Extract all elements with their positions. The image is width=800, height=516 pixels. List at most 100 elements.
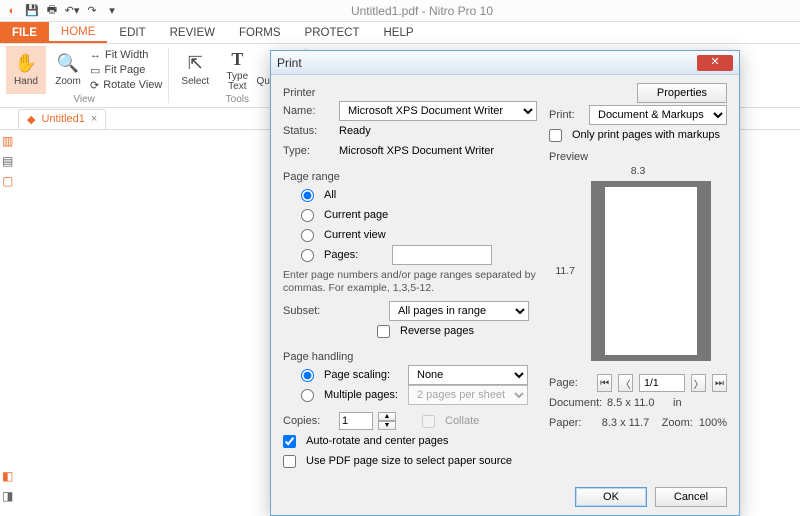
range-current-view-radio[interactable]	[301, 229, 314, 242]
nav-doc-label: Document:	[549, 397, 601, 409]
multiple-select: 2 pages per sheet	[408, 385, 528, 405]
type-label: Type:	[283, 145, 333, 157]
multiple-radio[interactable]	[301, 389, 314, 402]
nav-doc-value: 8.5 x 11.0	[607, 397, 667, 409]
copies-down[interactable]: ▼	[378, 421, 396, 430]
nav-zoom-label: Zoom:	[662, 417, 693, 429]
preview-box	[591, 181, 711, 361]
rotate-view-button[interactable]: ⟳ Rotate View	[90, 78, 162, 92]
quick-access-toolbar: ◐ 💾 🖶 ↶▾ ↷ ▾	[0, 3, 124, 19]
reverse-checkbox[interactable]	[377, 325, 390, 338]
tab-home[interactable]: HOME	[49, 22, 108, 43]
range-current-page-label: Current page	[324, 209, 388, 221]
dialog-titlebar: Print ✕	[271, 51, 739, 75]
copies-input[interactable]	[339, 412, 373, 430]
page-field[interactable]	[639, 374, 685, 392]
reverse-label: Reverse pages	[400, 325, 474, 337]
type-text-button[interactable]: T Type Text	[217, 46, 257, 94]
signatures-panel-icon[interactable]: ◧	[2, 469, 16, 483]
tab-file[interactable]: FILE	[0, 22, 49, 43]
pages-input[interactable]	[392, 245, 492, 265]
title-bar: ◐ 💾 🖶 ↶▾ ↷ ▾ Untitled1.pdf - Nitro Pro 1…	[0, 0, 800, 22]
app-icon: ◐	[4, 3, 20, 19]
subset-select[interactable]: All pages in range	[389, 301, 529, 321]
scaling-label: Page scaling:	[324, 369, 402, 381]
status-value: Ready	[339, 125, 371, 137]
usepdf-checkbox[interactable]	[283, 455, 296, 468]
print-icon[interactable]: 🖶	[44, 3, 60, 19]
scaling-select[interactable]: None	[408, 365, 528, 385]
zoom-button[interactable]: 🔍 Zoom	[48, 46, 88, 94]
app-title: Untitled1.pdf - Nitro Pro 10	[124, 4, 720, 18]
only-markups-label: Only print pages with markups	[572, 129, 720, 141]
fit-page-button[interactable]: ▭Fit Page	[90, 63, 162, 77]
nav-zoom-value: 100%	[699, 417, 727, 429]
range-pages-label: Pages:	[324, 249, 358, 261]
tab-help[interactable]: HELP	[371, 22, 425, 43]
rotate-icon: ⟳	[90, 79, 99, 92]
range-note: Enter page numbers and/or page ranges se…	[283, 269, 537, 295]
cancel-button[interactable]: Cancel	[655, 487, 727, 507]
printer-select[interactable]: Microsoft XPS Document Writer	[339, 101, 537, 121]
ok-button[interactable]: OK	[575, 487, 647, 507]
tab-forms[interactable]: FORMS	[227, 22, 293, 43]
hand-button[interactable]: ✋ Hand	[6, 46, 46, 94]
preview-width: 8.3	[549, 165, 727, 177]
save-icon[interactable]: 💾	[24, 3, 40, 19]
range-pages-radio[interactable]	[301, 249, 314, 262]
tab-review[interactable]: REVIEW	[158, 22, 227, 43]
first-page-button[interactable]: ⏮	[597, 374, 612, 392]
status-label: Status:	[283, 125, 333, 137]
print-what-select[interactable]: Document & Markups	[589, 105, 727, 125]
qat-more-icon[interactable]: ▾	[104, 3, 120, 19]
zoom-label: Zoom	[55, 76, 81, 87]
fit-page-icon: ▭	[90, 64, 100, 77]
tab-protect[interactable]: PROTECT	[293, 22, 372, 43]
select-icon: ⇱	[188, 53, 203, 74]
rotate-label: Rotate View	[103, 79, 162, 91]
range-current-view-label: Current view	[324, 229, 386, 241]
range-section-label: Page range	[283, 171, 537, 183]
nav-panel-bottom: ◧ ◨	[0, 469, 18, 503]
scaling-radio[interactable]	[301, 369, 314, 382]
autorotate-checkbox[interactable]	[283, 435, 296, 448]
last-page-button[interactable]: ⏭	[712, 374, 727, 392]
nav-panel-top: ▥ ▤ ▢	[0, 130, 18, 188]
copies-label: Copies:	[283, 415, 333, 427]
select-button[interactable]: ⇱ Select	[175, 46, 215, 94]
ribbon-tabs: FILE HOME EDIT REVIEW FORMS PROTECT HELP	[0, 22, 800, 44]
range-current-page-radio[interactable]	[301, 209, 314, 222]
next-page-button[interactable]: 〉	[691, 374, 706, 392]
range-all-label: All	[324, 189, 336, 201]
properties-button[interactable]: Properties	[637, 83, 727, 103]
only-markups-checkbox[interactable]	[549, 129, 562, 142]
nav-unit: in	[673, 397, 682, 409]
redo-icon[interactable]: ↷	[84, 3, 100, 19]
hand-label: Hand	[14, 76, 38, 87]
fit-width-button[interactable]: ↔Fit Width	[90, 48, 162, 62]
bookmarks-panel-icon[interactable]: ▤	[2, 154, 16, 168]
copies-up[interactable]: ▲	[378, 412, 396, 421]
pages-panel-icon[interactable]: ▥	[2, 134, 16, 148]
nav-page-label: Page:	[549, 377, 591, 389]
type-value: Microsoft XPS Document Writer	[339, 145, 494, 157]
dialog-footer: OK Cancel	[271, 479, 739, 515]
group-view: ✋ Hand 🔍 Zoom ↔Fit Width ▭Fit Page ⟳ Rota…	[0, 44, 168, 107]
type-text-label: Type Text	[226, 72, 248, 92]
attachments-panel-icon[interactable]: ◨	[2, 489, 16, 503]
fit-width-icon: ↔	[90, 49, 101, 61]
close-tab-icon[interactable]: ×	[91, 113, 97, 125]
layers-panel-icon[interactable]: ▢	[2, 174, 16, 188]
tab-edit[interactable]: EDIT	[107, 22, 157, 43]
dialog-title: Print	[277, 56, 302, 70]
collate-checkbox	[422, 415, 435, 428]
prev-page-button[interactable]: 〈	[618, 374, 633, 392]
range-all-radio[interactable]	[301, 189, 314, 202]
undo-icon[interactable]: ↶▾	[64, 3, 80, 19]
document-tab[interactable]: ◆ Untitled1 ×	[18, 109, 106, 129]
print-dialog: Print ✕ Printer Name: Microsoft XPS Docu…	[270, 50, 740, 516]
subset-label: Subset:	[283, 305, 333, 317]
type-text-icon: T	[231, 49, 243, 70]
usepdf-label: Use PDF page size to select paper source	[306, 455, 512, 467]
close-dialog-button[interactable]: ✕	[697, 55, 733, 71]
